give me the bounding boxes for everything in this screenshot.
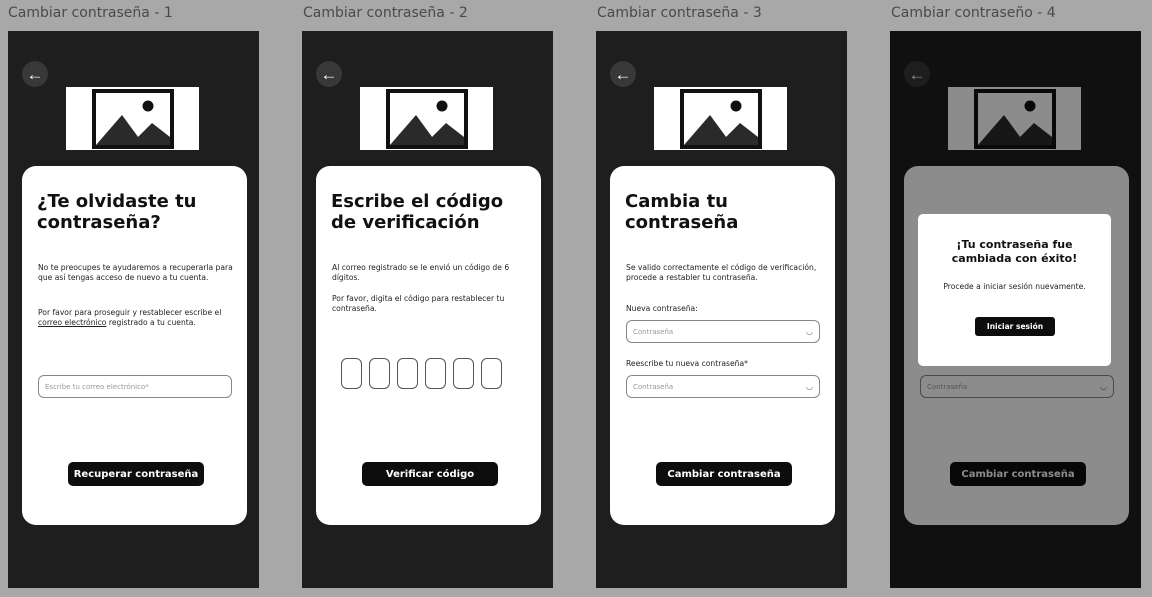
screen-forgot-password: ← ¿Te olvidaste tu contraseña? No te pre… bbox=[8, 31, 259, 588]
card-description: Se valido correctamente el código de ver… bbox=[626, 263, 817, 282]
image-placeholder-icon bbox=[679, 88, 762, 149]
repeat-password-input[interactable]: Contraseña ◡ bbox=[626, 375, 820, 398]
verification-card: Escribe el código de verificación Al cor… bbox=[316, 166, 541, 525]
email-placeholder: Escribe tu correo electrónico* bbox=[45, 382, 149, 391]
modal-text: Procede a iniciar sesión nuevamente. bbox=[943, 282, 1086, 291]
card-instructions: Por favor, digita el código para restabl… bbox=[332, 294, 505, 313]
arrow-left-icon: ← bbox=[614, 64, 632, 84]
new-password-placeholder: Contraseña bbox=[633, 327, 674, 336]
screen-password-changed: ← Contraseña ◡ Cambiar contraseña ¡Tu co… bbox=[890, 31, 1141, 588]
new-password-input[interactable]: Contraseña ◡ bbox=[626, 320, 820, 343]
back-button[interactable]: ← bbox=[22, 61, 48, 87]
card-title: Cambia tu contraseña bbox=[625, 191, 739, 233]
forgot-password-card: ¿Te olvidaste tu contraseña? No te preoc… bbox=[22, 166, 247, 525]
card-title: ¿Te olvidaste tu contraseña? bbox=[37, 191, 197, 233]
change-password-card: Cambia tu contraseña Se valido correctam… bbox=[610, 166, 835, 525]
screen-verification-code: ← Escribe el código de verificación Al c… bbox=[302, 31, 553, 588]
frame-label-2: Cambiar contraseña - 2 bbox=[303, 5, 468, 21]
card-description: Al correo registrado se le envió un códi… bbox=[332, 263, 510, 282]
eye-closed-icon[interactable]: ◡ bbox=[806, 382, 813, 391]
code-digit-input[interactable] bbox=[369, 358, 390, 389]
back-button[interactable]: ← bbox=[316, 61, 342, 87]
email-input[interactable]: Escribe tu correo electrónico* bbox=[38, 375, 232, 398]
hero-image-placeholder bbox=[360, 87, 493, 150]
instructions-text: Por favor para proseguir y restablecer e… bbox=[38, 308, 222, 317]
change-password-button[interactable]: Cambiar contraseña bbox=[656, 462, 792, 486]
back-button[interactable]: ← bbox=[610, 61, 636, 87]
hero-image-placeholder bbox=[654, 87, 787, 150]
frame-label-4: Cambiar contraseño - 4 bbox=[891, 5, 1056, 21]
code-digit-input[interactable] bbox=[481, 358, 502, 389]
image-placeholder-icon bbox=[91, 88, 174, 149]
modal-title: ¡Tu contraseña fue cambiada con éxito! bbox=[951, 238, 1078, 265]
code-input-row bbox=[341, 358, 502, 389]
card-title: Escribe el código de verificación bbox=[331, 191, 504, 233]
verify-code-button[interactable]: Verificar código bbox=[362, 462, 498, 486]
code-digit-input[interactable] bbox=[425, 358, 446, 389]
repeat-password-label: Reescribe tu nueva contraseña* bbox=[626, 359, 748, 368]
card-instructions: Por favor para proseguir y restablecer e… bbox=[38, 308, 236, 328]
frame-label-3: Cambiar contraseña - 3 bbox=[597, 5, 762, 21]
frame-label-1: Cambiar contraseña - 1 bbox=[8, 5, 173, 21]
card-description: No te preocupes te ayudaremos a recupera… bbox=[38, 263, 233, 282]
eye-closed-icon[interactable]: ◡ bbox=[806, 327, 813, 336]
arrow-left-icon: ← bbox=[26, 64, 44, 84]
repeat-password-placeholder: Contraseña bbox=[633, 382, 674, 391]
login-button[interactable]: Iniciar sesión bbox=[975, 317, 1055, 336]
new-password-label: Nueva contraseña: bbox=[626, 304, 698, 313]
image-placeholder-icon bbox=[385, 88, 468, 149]
hero-image-placeholder bbox=[66, 87, 199, 150]
code-digit-input[interactable] bbox=[397, 358, 418, 389]
code-digit-input[interactable] bbox=[453, 358, 474, 389]
email-link-text: correo electrónico bbox=[38, 318, 107, 327]
instructions-text-end: registrado a tu cuenta. bbox=[106, 318, 196, 327]
recover-password-button[interactable]: Recuperar contraseña bbox=[68, 462, 204, 486]
screen-change-password: ← Cambia tu contraseña Se valido correct… bbox=[596, 31, 847, 588]
success-modal: ¡Tu contraseña fue cambiada con éxito! P… bbox=[918, 214, 1111, 366]
code-digit-input[interactable] bbox=[341, 358, 362, 389]
arrow-left-icon: ← bbox=[320, 64, 338, 84]
